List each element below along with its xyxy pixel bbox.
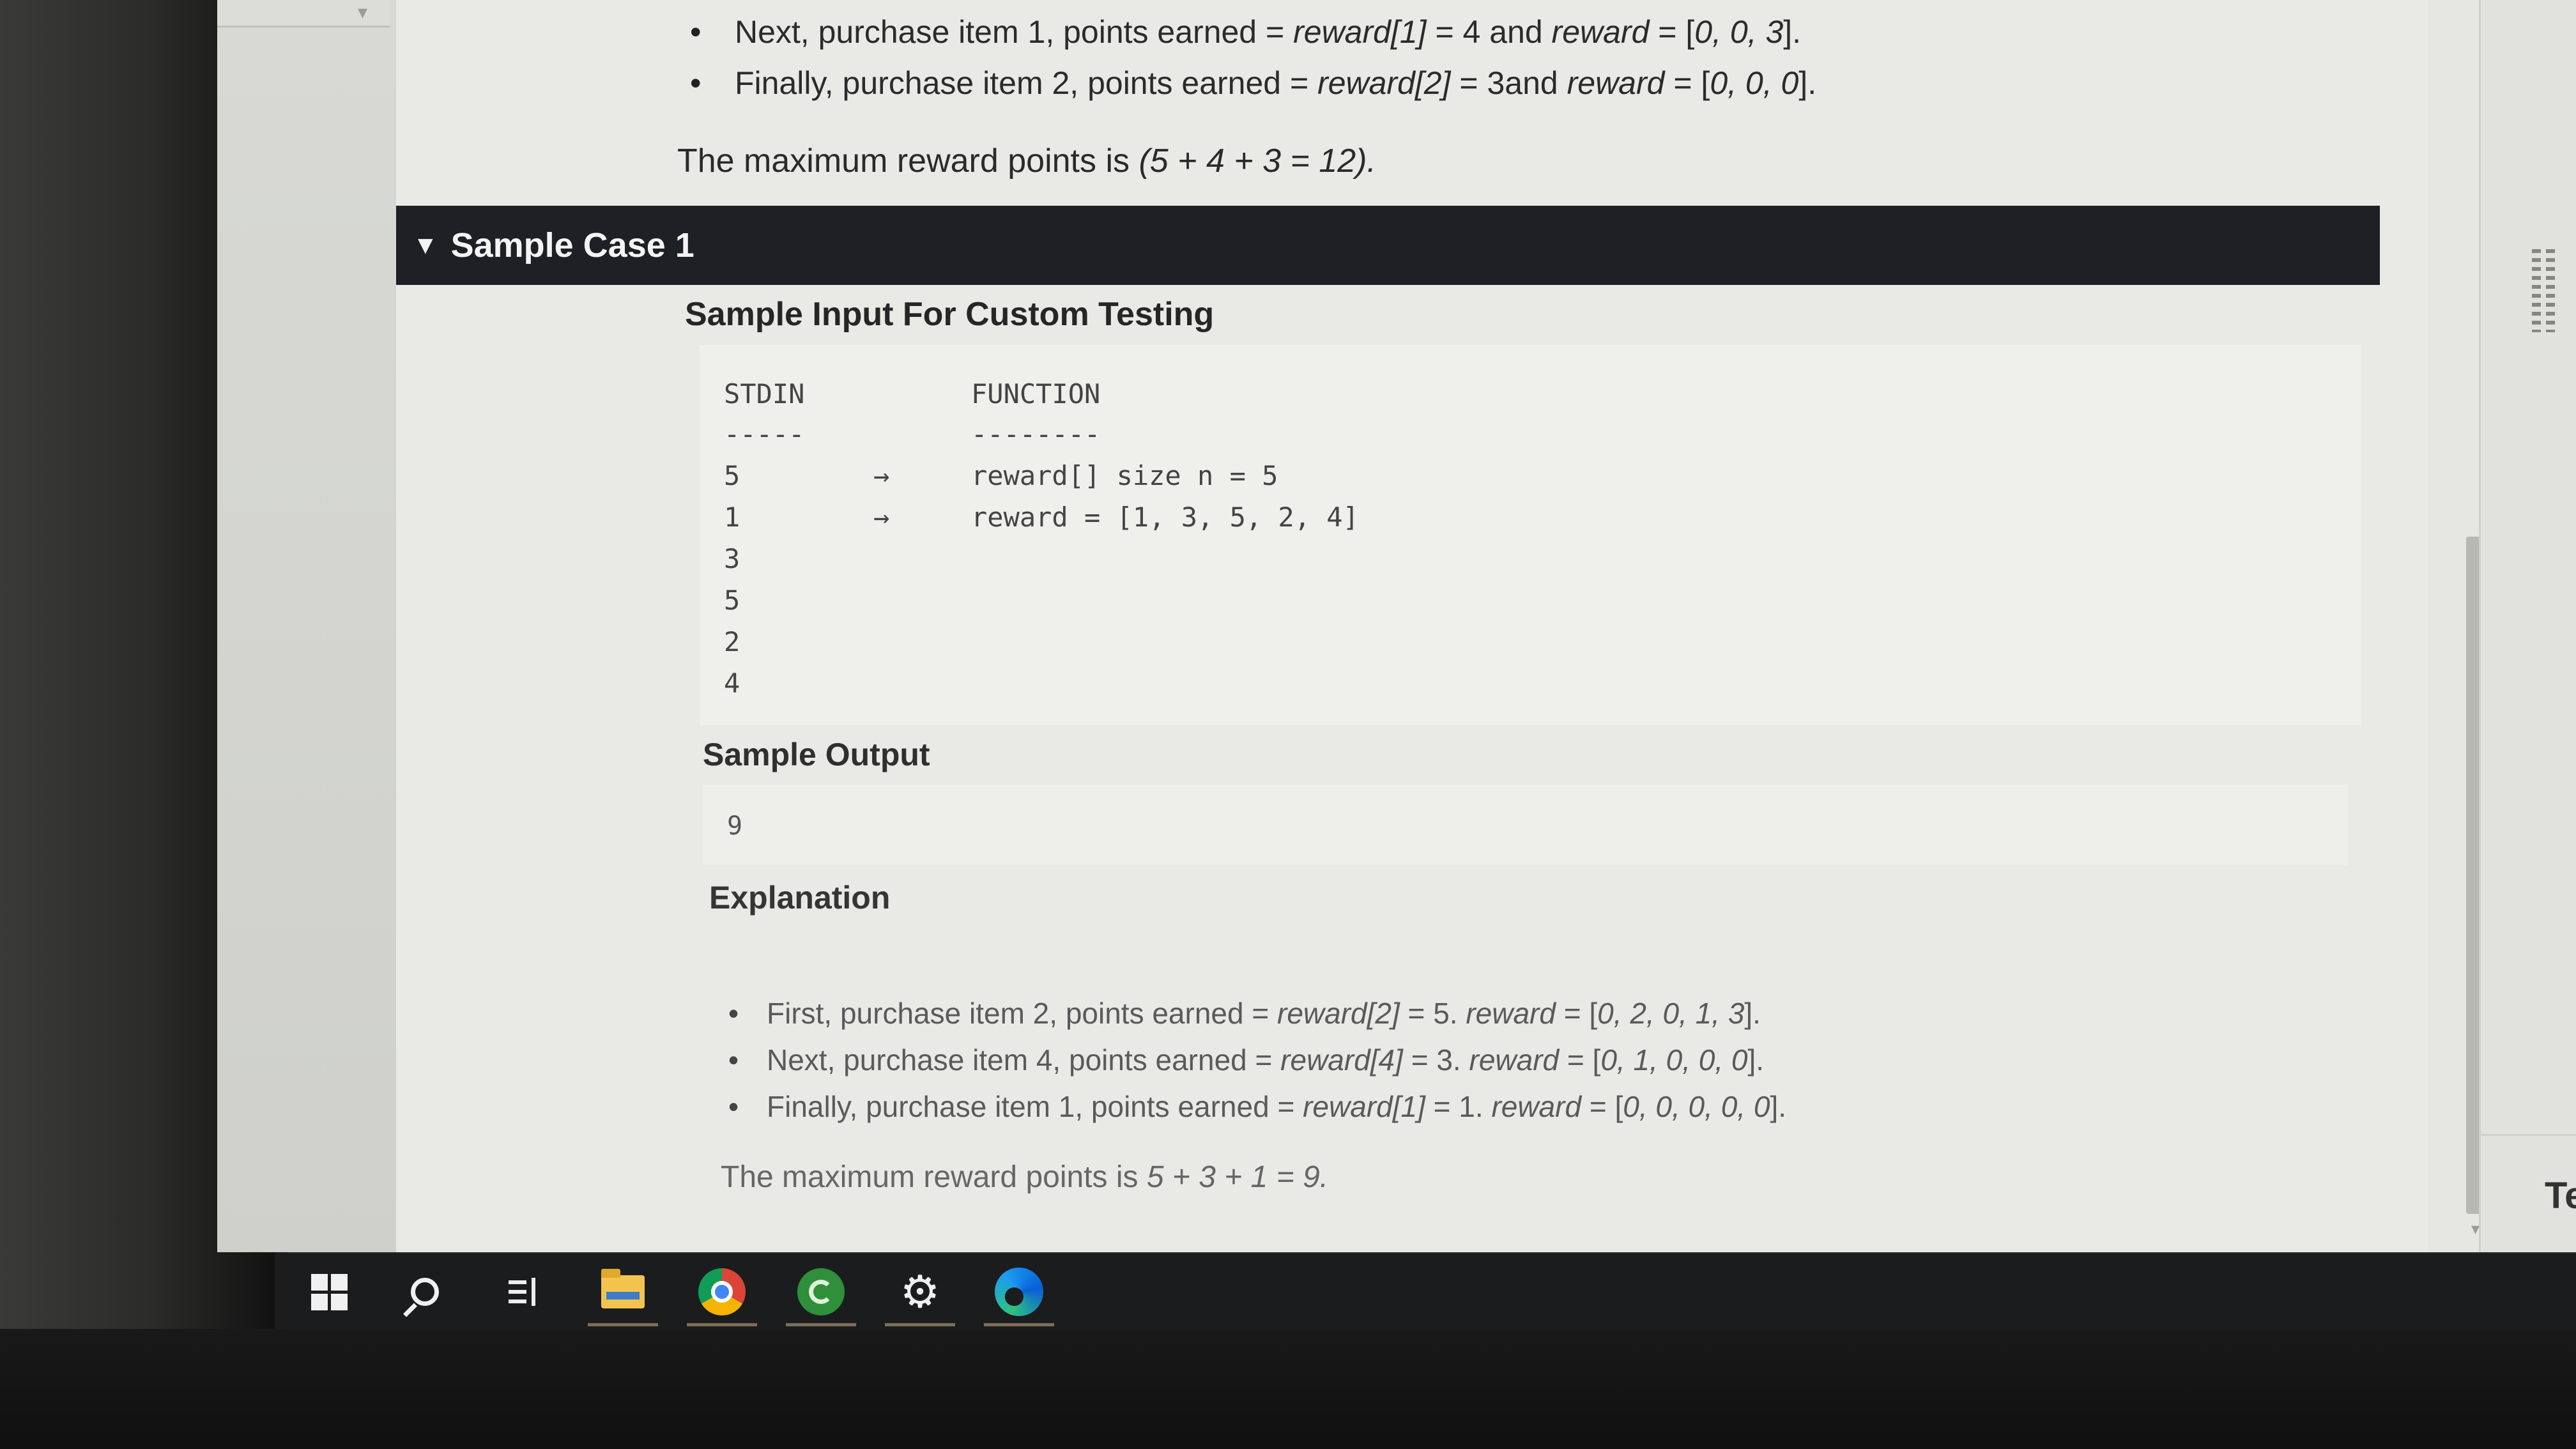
list-item: Next, purchase item 1, points earned = r… [690, 6, 1816, 57]
settings-gear-icon[interactable]: ⚙ [878, 1254, 962, 1330]
search-icon[interactable] [383, 1254, 466, 1330]
function-line: reward[] size n = 5 [971, 460, 1278, 491]
windows-start-icon[interactable] [288, 1254, 371, 1330]
function-rule: -------- [971, 418, 1101, 450]
explanation-bullet-list: First, purchase item 2, points earned = … [728, 990, 1786, 1130]
monitor-bezel-bottom [0, 1329, 2576, 1449]
edge-icon[interactable] [977, 1254, 1061, 1330]
top-summary: The maximum reward points is (5 + 4 + 3 … [677, 142, 1376, 180]
arrow-icon: → [873, 460, 890, 491]
green-app-icon[interactable] [779, 1254, 862, 1330]
sample-output-value: 9 [727, 811, 743, 841]
sample-output-block: 9 [703, 785, 2348, 865]
screen: ▾ Next, purchase item 1, points earned =… [217, 0, 2576, 1252]
list-item: Finally, purchase item 1, points earned … [728, 1084, 1786, 1130]
task-view-icon[interactable] [482, 1254, 565, 1330]
explanation-summary: The maximum reward points is 5 + 3 + 1 =… [721, 1160, 1329, 1194]
list-item: Finally, purchase item 2, points earned … [690, 57, 1816, 109]
sample-output-heading: Sample Output [703, 737, 930, 772]
top-bullet-list: Next, purchase item 1, points earned = r… [690, 6, 1816, 109]
function-line: reward = [1, 3, 5, 2, 4] [971, 502, 1359, 533]
file-explorer-icon[interactable] [581, 1254, 664, 1330]
right-panel-label: Te [2545, 1175, 2576, 1216]
stdin-header: STDIN [724, 378, 805, 410]
sample-case-header[interactable]: ▼ Sample Case 1 [396, 206, 2380, 285]
chevron-down-icon[interactable]: ▾ [358, 1, 367, 24]
stdin-value: 4 [724, 668, 740, 699]
explanation-heading: Explanation [709, 880, 891, 916]
function-header: FUNCTION [971, 378, 1101, 410]
stdin-value: 2 [724, 626, 740, 657]
taskbar: ⚙ [288, 1252, 2576, 1330]
left-panel: ▾ [217, 0, 397, 1252]
stdin-value: 1 [724, 502, 740, 533]
custom-testing-heading: Sample Input For Custom Testing [685, 296, 1215, 333]
stdin-value: 5 [724, 585, 740, 616]
stdin-value: 3 [724, 543, 740, 574]
stdin-value: 5 [724, 460, 740, 491]
right-panel-divider [2481, 1134, 2576, 1136]
sample-case-title: Sample Case 1 [450, 226, 694, 264]
right-panel: Te [2479, 0, 2576, 1252]
stdin-rule: ----- [724, 418, 805, 450]
problem-content: Next, purchase item 1, points earned = r… [396, 0, 2428, 1252]
stdin-code-block: STDIN FUNCTION ----- -------- 5 → reward… [700, 345, 2361, 725]
list-item: First, purchase item 2, points earned = … [728, 990, 1786, 1037]
list-item: Next, purchase item 4, points earned = r… [728, 1037, 1786, 1084]
arrow-icon: → [873, 502, 890, 533]
triangle-down-icon[interactable]: ▼ [413, 231, 438, 260]
chrome-icon[interactable] [680, 1254, 763, 1330]
resize-handle-icon[interactable] [2532, 249, 2555, 332]
